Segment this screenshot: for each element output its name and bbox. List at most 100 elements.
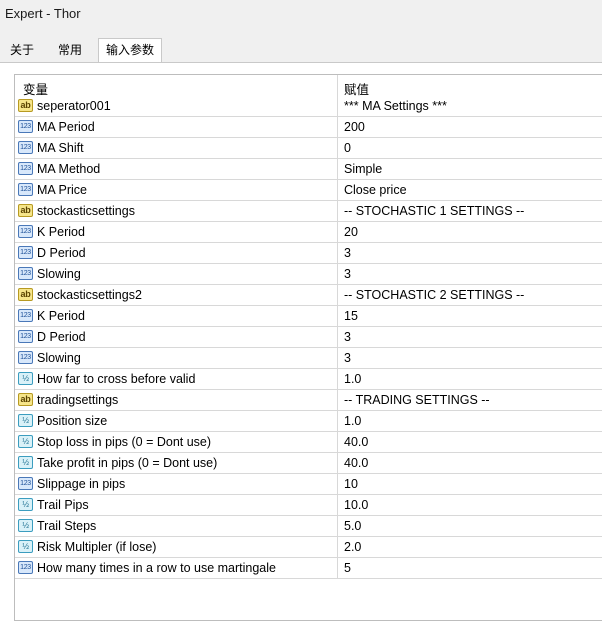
- value-cell[interactable]: 1.0: [338, 369, 602, 390]
- variable-value[interactable]: -- STOCHASTIC 1 SETTINGS --: [344, 204, 524, 218]
- table-row[interactable]: 123 D Period 3: [15, 243, 602, 264]
- variable-value[interactable]: 3: [344, 330, 351, 344]
- variable-value[interactable]: -- TRADING SETTINGS --: [344, 393, 490, 407]
- variable-cell[interactable]: ½ Stop loss in pips (0 = Dont use): [15, 432, 338, 453]
- table-row[interactable]: 123 Slippage in pips 10: [15, 474, 602, 495]
- variable-value[interactable]: 20: [344, 225, 358, 239]
- table-row[interactable]: ab seperator001 *** MA Settings ***: [15, 96, 602, 117]
- table-row[interactable]: 123 MA Shift 0: [15, 138, 602, 159]
- value-cell[interactable]: 10.0: [338, 495, 602, 516]
- variable-cell[interactable]: 123 MA Price: [15, 180, 338, 201]
- variable-cell[interactable]: ½ Take profit in pips (0 = Dont use): [15, 453, 338, 474]
- table-row[interactable]: ½ Risk Multipler (if lose) 2.0: [15, 537, 602, 558]
- table-row[interactable]: ½ Position size 1.0: [15, 411, 602, 432]
- table-row[interactable]: 123 MA Period 200: [15, 117, 602, 138]
- tab-common[interactable]: 常用: [52, 40, 88, 62]
- table-row[interactable]: 123 Slowing 3: [15, 348, 602, 369]
- value-cell[interactable]: 15: [338, 306, 602, 327]
- window-title: Expert - Thor: [5, 6, 81, 21]
- value-cell[interactable]: 3: [338, 243, 602, 264]
- variable-value[interactable]: 15: [344, 309, 358, 323]
- value-cell[interactable]: *** MA Settings ***: [338, 96, 602, 117]
- table-row[interactable]: ab tradingsettings -- TRADING SETTINGS --: [15, 390, 602, 411]
- variable-cell[interactable]: 123 K Period: [15, 306, 338, 327]
- value-cell[interactable]: 0: [338, 138, 602, 159]
- tab-inputs[interactable]: 输入参数: [98, 38, 162, 63]
- variable-value[interactable]: 2.0: [344, 540, 361, 554]
- variable-cell[interactable]: 123 How many times in a row to use martin…: [15, 558, 338, 579]
- tab-about[interactable]: 关于: [4, 40, 40, 62]
- table-row[interactable]: ab stockasticsettings -- STOCHASTIC 1 SETT…: [15, 201, 602, 222]
- table-row[interactable]: ½ Trail Pips 10.0: [15, 495, 602, 516]
- variable-value[interactable]: *** MA Settings ***: [344, 99, 447, 113]
- table-row[interactable]: ½ Take profit in pips (0 = Dont use) 40.0: [15, 453, 602, 474]
- variable-cell[interactable]: 123 D Period: [15, 327, 338, 348]
- value-cell[interactable]: 3: [338, 327, 602, 348]
- variable-cell[interactable]: ab stockasticsettings2: [15, 285, 338, 306]
- variable-cell[interactable]: ½ Risk Multipler (if lose): [15, 537, 338, 558]
- value-cell[interactable]: -- STOCHASTIC 2 SETTINGS --: [338, 285, 602, 306]
- variable-value[interactable]: 5: [344, 561, 351, 575]
- variable-value[interactable]: 1.0: [344, 372, 361, 386]
- table-row[interactable]: 123 K Period 15: [15, 306, 602, 327]
- inputs-panel: 变量 赋值 ab seperator001 *** MA Settings *** 1…: [0, 62, 602, 623]
- variable-cell[interactable]: ab seperator001: [15, 96, 338, 117]
- variable-value[interactable]: 40.0: [344, 435, 368, 449]
- variable-cell[interactable]: ½ Position size: [15, 411, 338, 432]
- variable-value[interactable]: 10.0: [344, 498, 368, 512]
- value-cell[interactable]: 40.0: [338, 453, 602, 474]
- value-cell[interactable]: 1.0: [338, 411, 602, 432]
- value-cell[interactable]: 200: [338, 117, 602, 138]
- variable-value[interactable]: 200: [344, 120, 365, 134]
- variable-cell[interactable]: ½ How far to cross before valid: [15, 369, 338, 390]
- variable-value[interactable]: Simple: [344, 162, 382, 176]
- value-cell[interactable]: 3: [338, 264, 602, 285]
- variable-name: seperator001: [37, 99, 111, 113]
- value-cell[interactable]: 5: [338, 558, 602, 579]
- variable-value[interactable]: 10: [344, 477, 358, 491]
- value-cell[interactable]: -- TRADING SETTINGS --: [338, 390, 602, 411]
- table-row[interactable]: 123 How many times in a row to use martin…: [15, 558, 602, 579]
- table-row[interactable]: ½ Stop loss in pips (0 = Dont use) 40.0: [15, 432, 602, 453]
- column-divider[interactable]: [337, 75, 338, 96]
- variable-value[interactable]: 0: [344, 141, 351, 155]
- variable-value[interactable]: 40.0: [344, 456, 368, 470]
- variable-cell[interactable]: 123 Slowing: [15, 348, 338, 369]
- value-cell[interactable]: 2.0: [338, 537, 602, 558]
- value-cell[interactable]: 5.0: [338, 516, 602, 537]
- variable-cell[interactable]: ab tradingsettings: [15, 390, 338, 411]
- variable-value[interactable]: 3: [344, 267, 351, 281]
- variable-cell[interactable]: 123 D Period: [15, 243, 338, 264]
- variable-cell[interactable]: ½ Trail Pips: [15, 495, 338, 516]
- table-row[interactable]: 123 Slowing 3: [15, 264, 602, 285]
- value-cell[interactable]: 20: [338, 222, 602, 243]
- variable-value[interactable]: 3: [344, 351, 351, 365]
- table-row[interactable]: ½ Trail Steps 5.0: [15, 516, 602, 537]
- table-row[interactable]: 123 MA Price Close price: [15, 180, 602, 201]
- table-row[interactable]: ab stockasticsettings2 -- STOCHASTIC 2 SET…: [15, 285, 602, 306]
- value-cell[interactable]: Close price: [338, 180, 602, 201]
- variable-cell[interactable]: ab stockasticsettings: [15, 201, 338, 222]
- variable-value[interactable]: -- STOCHASTIC 2 SETTINGS --: [344, 288, 524, 302]
- value-cell[interactable]: Simple: [338, 159, 602, 180]
- table-row[interactable]: ½ How far to cross before valid 1.0: [15, 369, 602, 390]
- value-cell[interactable]: -- STOCHASTIC 1 SETTINGS --: [338, 201, 602, 222]
- value-cell[interactable]: 3: [338, 348, 602, 369]
- variable-cell[interactable]: ½ Trail Steps: [15, 516, 338, 537]
- variable-value[interactable]: 3: [344, 246, 351, 260]
- table-row[interactable]: 123 K Period 20: [15, 222, 602, 243]
- value-cell[interactable]: 10: [338, 474, 602, 495]
- variable-cell[interactable]: 123 MA Method: [15, 159, 338, 180]
- variable-value[interactable]: Close price: [344, 183, 407, 197]
- variable-cell[interactable]: 123 MA Shift: [15, 138, 338, 159]
- variable-value[interactable]: 1.0: [344, 414, 361, 428]
- variable-cell[interactable]: 123 Slippage in pips: [15, 474, 338, 495]
- variable-cell[interactable]: 123 K Period: [15, 222, 338, 243]
- table-row[interactable]: 123 D Period 3: [15, 327, 602, 348]
- value-cell[interactable]: 40.0: [338, 432, 602, 453]
- variable-name: Slowing: [37, 351, 81, 365]
- variable-cell[interactable]: 123 MA Period: [15, 117, 338, 138]
- table-row[interactable]: 123 MA Method Simple: [15, 159, 602, 180]
- variable-cell[interactable]: 123 Slowing: [15, 264, 338, 285]
- variable-value[interactable]: 5.0: [344, 519, 361, 533]
